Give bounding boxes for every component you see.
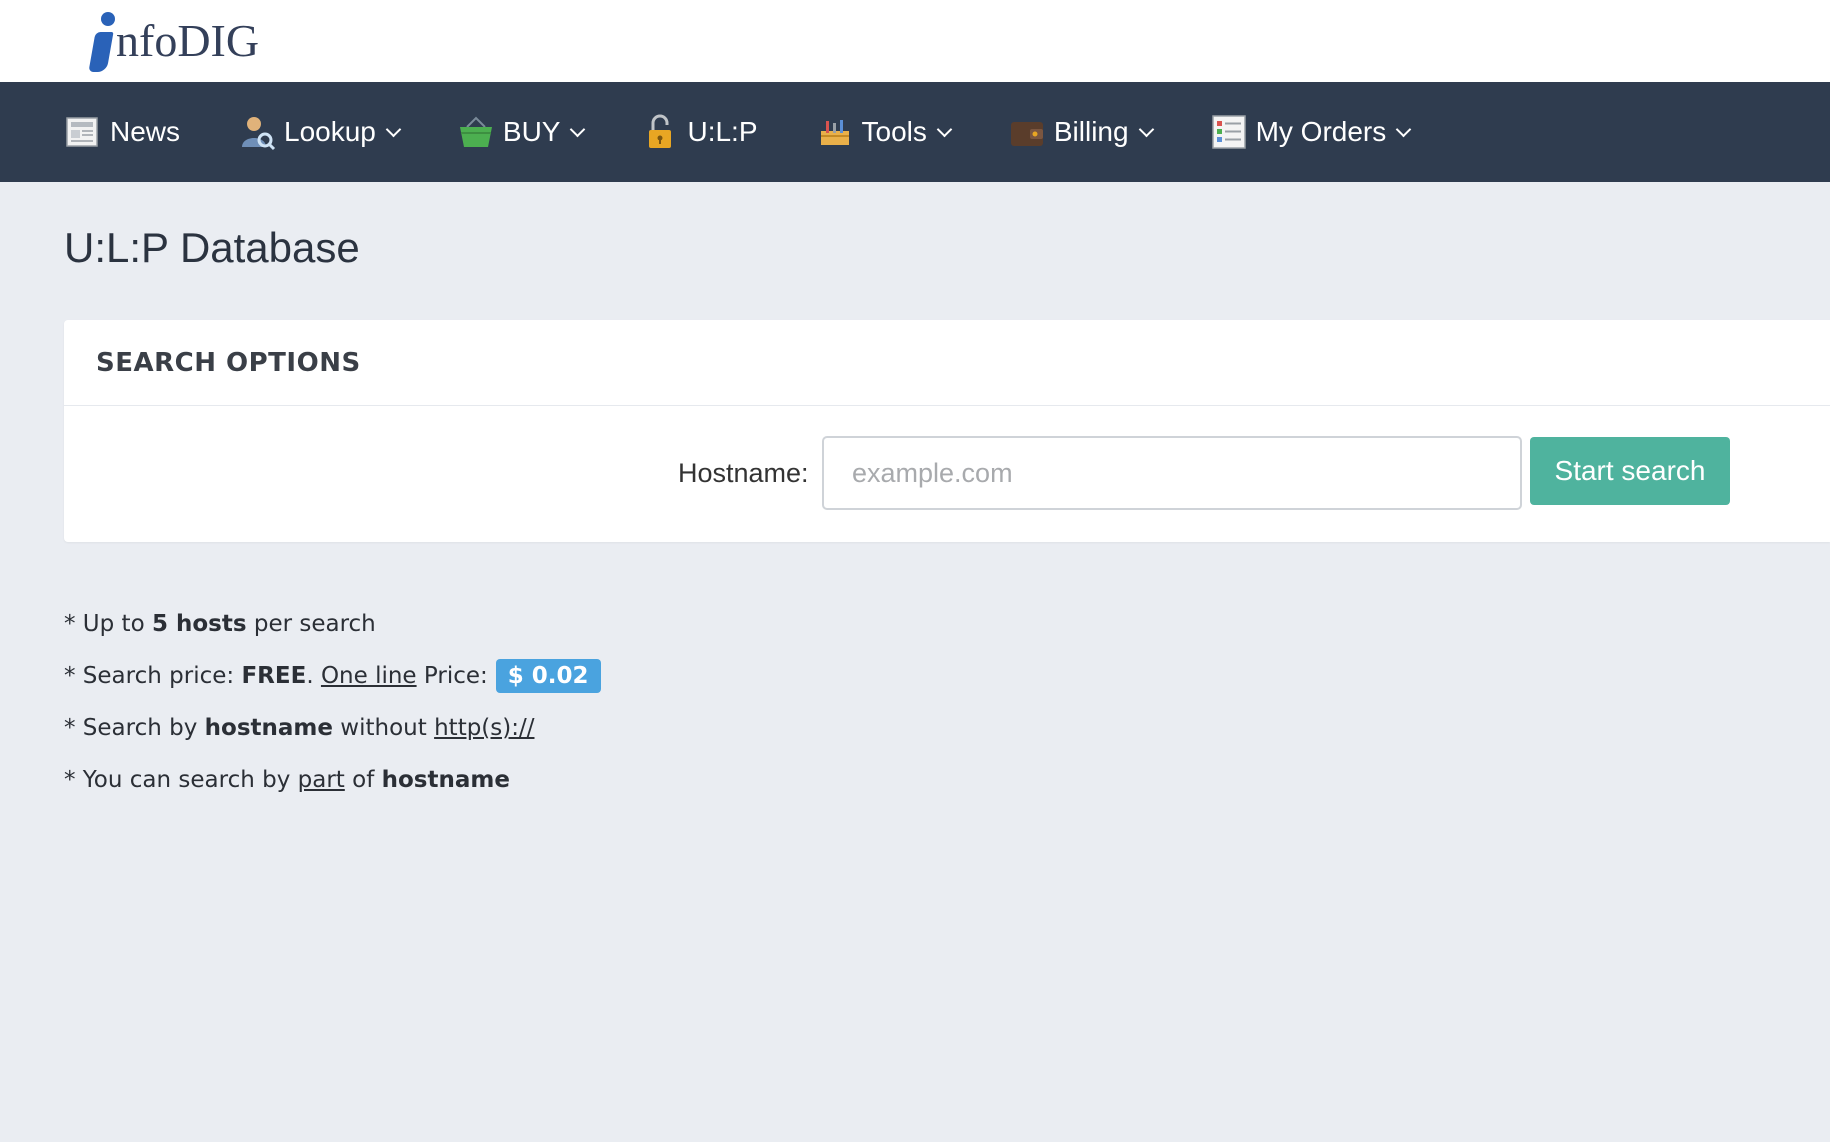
- user-search-icon: [242, 117, 276, 151]
- price-badge: $ 0.02: [495, 659, 601, 693]
- page-title: U:L:P Database: [64, 224, 360, 271]
- chevron-down-icon: [1138, 121, 1154, 137]
- hostname-label: Hostname:: [678, 458, 809, 488]
- one-line-link[interactable]: One line: [321, 663, 417, 689]
- search-options-panel: SEARCH OPTIONS Hostname: Start search: [64, 320, 1830, 542]
- search-notes: * Up to 5 hosts per search * Search pric…: [64, 598, 601, 806]
- panel-header: SEARCH OPTIONS: [64, 320, 1830, 406]
- nav-label-tools: Tools: [861, 116, 927, 147]
- nav-label-my-orders: My Orders: [1255, 116, 1387, 147]
- nav-label-lookup: Lookup: [284, 116, 376, 147]
- chevron-down-icon: [570, 121, 586, 137]
- nav-item-lookup[interactable]: Lookup: [238, 82, 402, 182]
- http-prefix-text: http(s)://: [434, 715, 535, 741]
- nav-item-ulp[interactable]: U:L:P: [641, 82, 758, 182]
- panel-title: SEARCH OPTIONS: [96, 347, 361, 378]
- note-search-by-hostname: * Search by hostname without http(s)://: [64, 715, 535, 741]
- nav-item-tools[interactable]: Tools: [816, 82, 953, 182]
- logo-text: nfoDIG: [116, 15, 260, 66]
- part-text: part: [297, 767, 345, 793]
- start-search-button[interactable]: Start search: [1530, 437, 1730, 505]
- nav-item-news[interactable]: News: [64, 82, 180, 182]
- order-list-icon: [1211, 115, 1246, 149]
- nav-label-ulp: U:L:P: [687, 116, 758, 147]
- logo-i-mark: [88, 10, 115, 72]
- chevron-down-icon: [1395, 121, 1412, 137]
- toolbox-icon: [820, 120, 849, 145]
- chevron-down-icon: [936, 121, 953, 137]
- note-partial-search: * You can search by part of hostname: [64, 767, 510, 793]
- nav-label-buy: BUY: [502, 116, 561, 147]
- hostname-input[interactable]: [822, 436, 1522, 510]
- nav-item-billing[interactable]: Billing: [1008, 82, 1154, 182]
- nav-label-billing: Billing: [1053, 116, 1129, 147]
- note-search-price: * Search price: FREE. One line Price: $ 0…: [64, 650, 601, 702]
- basket-icon: [459, 116, 492, 147]
- wallet-icon: [1010, 122, 1043, 146]
- top-header: nfoDIG: [0, 0, 1830, 82]
- search-form: Hostname: Start search: [64, 406, 1830, 542]
- newspaper-icon: [66, 117, 98, 147]
- chevron-down-icon: [385, 121, 402, 137]
- nav-item-buy[interactable]: BUY: [457, 82, 586, 182]
- infodig-logo[interactable]: nfoDIG: [88, 0, 259, 72]
- nav-item-my-orders[interactable]: My Orders: [1210, 82, 1412, 182]
- note-hosts-limit: * Up to 5 hosts per search: [64, 611, 376, 637]
- lock-icon: [649, 114, 672, 148]
- nav-label-news: News: [110, 116, 181, 147]
- main-navbar: News Lookup BUY U:L:P Tools Billing My O…: [0, 82, 1830, 182]
